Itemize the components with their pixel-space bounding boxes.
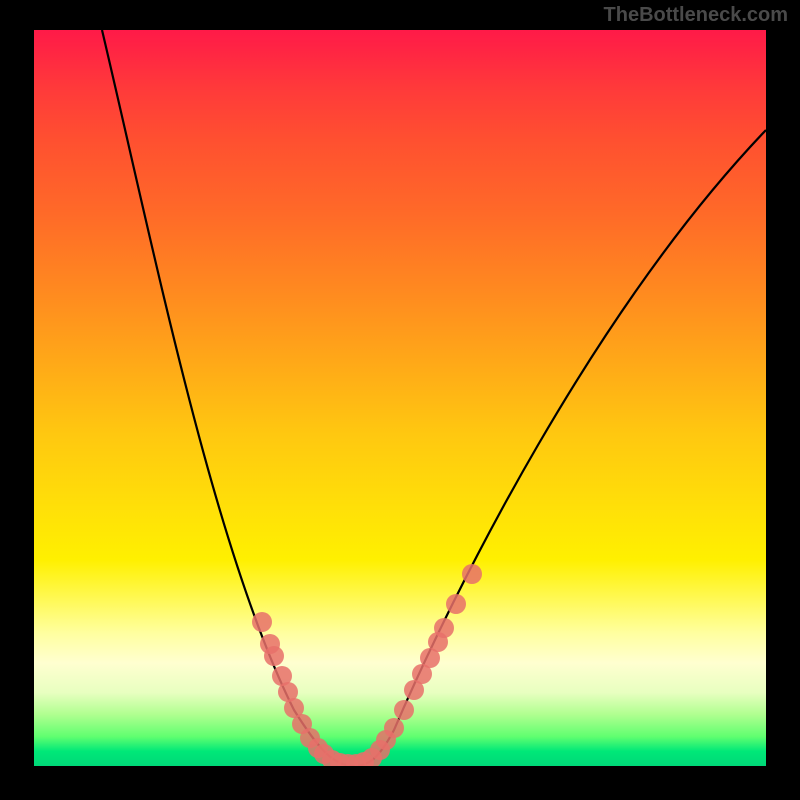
data-point: [384, 718, 404, 738]
data-point-group: [252, 564, 482, 766]
curve-svg: [34, 30, 766, 766]
data-point: [462, 564, 482, 584]
watermark-text: TheBottleneck.com: [604, 4, 788, 27]
data-point: [264, 646, 284, 666]
plot-area: [34, 30, 766, 766]
chart-container: TheBottleneck.com: [0, 0, 800, 800]
data-point: [394, 700, 414, 720]
data-point: [446, 594, 466, 614]
data-point: [434, 618, 454, 638]
data-point: [252, 612, 272, 632]
